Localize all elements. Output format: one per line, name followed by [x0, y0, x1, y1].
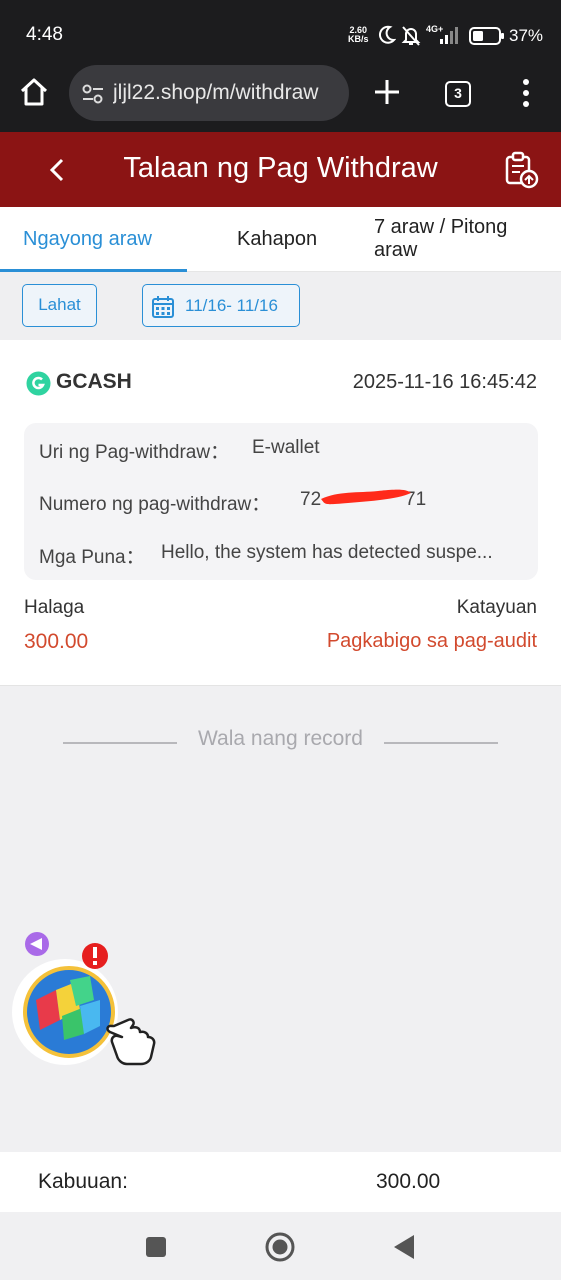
date-range-button[interactable]: 11/16- 11/16	[142, 284, 300, 327]
tab-seven-days[interactable]: 7 araw / Pitong araw	[374, 216, 544, 262]
payment-method: GCASH	[56, 370, 132, 393]
moon-icon	[379, 25, 396, 44]
withdraw-number-row: Numero ng pag-withdraw： 72 71	[39, 489, 426, 516]
amount-value: 300.00	[24, 630, 89, 653]
remarks-label: Mga Puna：	[39, 547, 145, 568]
site-settings-icon[interactable]	[81, 83, 105, 105]
network-speed: 2.60 KB/s	[348, 25, 369, 44]
filter-all-button[interactable]: Lahat	[22, 284, 97, 327]
no-more-records-text: Wala nang record	[198, 727, 363, 750]
system-nav-bar	[0, 1212, 561, 1280]
redaction-mark	[321, 489, 411, 505]
back-nav-icon[interactable]	[392, 1234, 416, 1260]
app-header: Talaan ng Pag Withdraw	[0, 132, 561, 207]
address-bar[interactable]: jljl22.shop/m/withdraw	[69, 65, 349, 121]
clipboard-upload-icon[interactable]	[502, 151, 540, 189]
divider-right	[384, 742, 498, 744]
remarks-value: Hello, the system has detected suspe...	[161, 542, 493, 563]
withdraw-number-label: Numero ng pag-withdraw：	[39, 494, 271, 515]
home-nav-icon[interactable]	[264, 1231, 296, 1263]
total-label: Kabuuan:	[38, 1170, 128, 1193]
withdraw-type-value: E-wallet	[252, 437, 320, 458]
date-tabs: Ngayong araw Kahapon 7 araw / Pitong ara…	[0, 207, 561, 272]
status-value: Pagkabigo sa pag-audit	[326, 630, 537, 652]
calendar-icon	[152, 296, 174, 318]
more-menu-icon[interactable]	[516, 77, 536, 109]
new-tab-icon[interactable]	[372, 76, 402, 108]
record-datetime: 2025-11-16 16:45:42	[352, 371, 537, 393]
floating-game-widget[interactable]	[10, 930, 170, 1070]
filter-row: Lahat 11/16- 11/16	[0, 272, 561, 340]
withdraw-type-row: Uri ng Pag-withdraw： E-wallet	[39, 437, 320, 464]
amount-label: Halaga	[24, 597, 85, 618]
game-box-icon	[12, 932, 156, 1066]
total-value: 300.00	[376, 1170, 441, 1193]
tab-yesterday[interactable]: Kahapon	[237, 228, 317, 251]
record-details: Uri ng Pag-withdraw： E-wallet Numero ng …	[24, 423, 538, 580]
home-icon[interactable]	[18, 76, 50, 108]
tab-switcher-button[interactable]: 3	[445, 81, 471, 107]
withdraw-record-card[interactable]: GCASH 2025-11-16 16:45:42 Uri ng Pag-wit…	[0, 340, 561, 686]
total-bar: Kabuuan: 300.00	[0, 1152, 561, 1212]
battery-icon	[469, 27, 504, 45]
date-range-text: 11/16- 11/16	[185, 296, 278, 315]
signal-icon	[440, 27, 458, 44]
remarks-row: Mga Puna： Hello, the system has detected…	[39, 542, 493, 569]
bell-off-icon	[401, 26, 421, 46]
browser-toolbar: jljl22.shop/m/withdraw 3	[0, 62, 561, 132]
gcash-logo-icon	[26, 371, 51, 396]
status-bar: 4:48 2.60 KB/s 4G+ 37%	[0, 0, 561, 70]
tab-today[interactable]: Ngayong araw	[23, 228, 152, 251]
url-text: jljl22.shop/m/withdraw	[113, 81, 319, 104]
withdraw-type-label: Uri ng Pag-withdraw：	[39, 442, 230, 463]
battery-percent: 37%	[509, 26, 544, 45]
page-title: Talaan ng Pag Withdraw	[123, 152, 438, 184]
status-time: 4:48	[26, 24, 63, 45]
status-label: Katayuan	[456, 597, 537, 618]
recents-icon[interactable]	[145, 1236, 167, 1258]
